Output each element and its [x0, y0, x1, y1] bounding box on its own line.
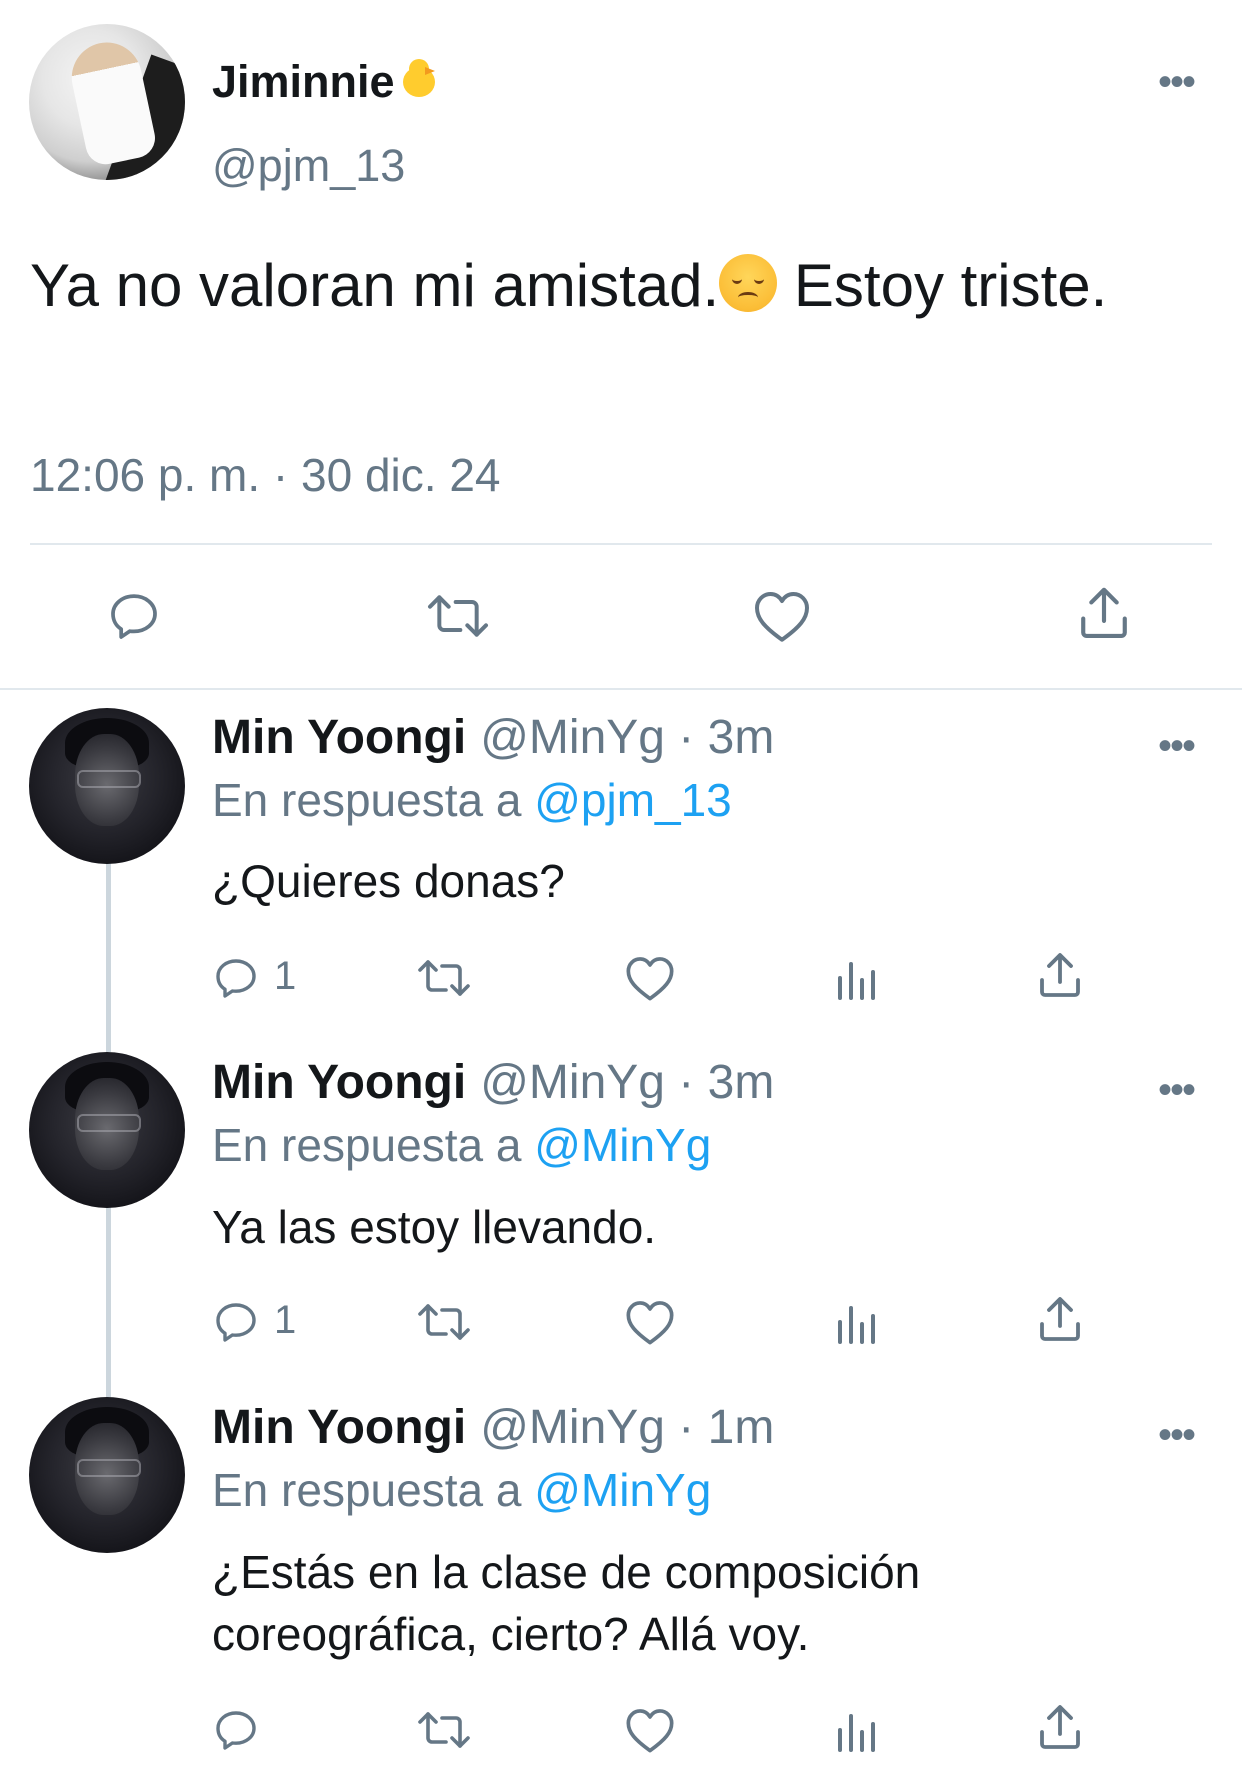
reply-text: Ya las estoy llevando.: [212, 1201, 657, 1253]
reply-context: En respuesta a @MinYg: [212, 1115, 711, 1175]
reply-context-prefix: En respuesta a: [212, 774, 535, 826]
share-icon[interactable]: [1036, 950, 1084, 1002]
main-author-handle[interactable]: @pjm_13: [212, 138, 405, 194]
share-icon[interactable]: [1036, 1702, 1084, 1754]
main-tweet-text-part2: Estoy triste.: [777, 252, 1108, 319]
more-options-icon[interactable]: •••: [1158, 724, 1196, 769]
analytics-icon[interactable]: [834, 1298, 878, 1346]
like-icon[interactable]: [752, 588, 812, 644]
reply-header: Min Yoongi @MinYg · 3m: [212, 708, 774, 768]
reply-count: 1: [274, 954, 297, 998]
reply-handle-time: @MinYg · 3m: [480, 1056, 775, 1109]
reply-text: ¿Quieres donas?: [212, 855, 565, 907]
reply-text: ¿Estás en la clase de composición coreog…: [212, 1546, 921, 1660]
main-author-name[interactable]: Jiminnie: [212, 52, 441, 112]
reply-mention-link[interactable]: @pjm_13: [534, 774, 732, 826]
reply-author-name[interactable]: Min Yoongi: [212, 711, 466, 764]
reply-author-name[interactable]: Min Yoongi: [212, 1056, 466, 1109]
retweet-icon[interactable]: [422, 588, 494, 644]
like-icon[interactable]: [624, 1706, 676, 1754]
like-icon[interactable]: [624, 1298, 676, 1346]
reply-icon[interactable]: [106, 588, 162, 644]
retweet-icon[interactable]: [414, 1298, 474, 1346]
reply-mention-link[interactable]: @MinYg: [534, 1464, 711, 1516]
chick-emoji-icon: [397, 59, 441, 103]
like-icon[interactable]: [624, 954, 676, 1002]
reply-context-prefix: En respuesta a: [212, 1119, 535, 1171]
reply-context: En respuesta a @pjm_13: [212, 770, 732, 830]
reply-icon[interactable]: [212, 954, 260, 1002]
reply-context: En respuesta a @MinYg: [212, 1460, 711, 1520]
reply-count: 1: [274, 1298, 297, 1342]
retweet-icon[interactable]: [414, 1706, 474, 1754]
reply-context-prefix: En respuesta a: [212, 1464, 535, 1516]
reply-author-avatar[interactable]: [29, 1397, 185, 1553]
reply-handle-time: @MinYg · 3m: [480, 711, 775, 764]
main-tweet-divider: [0, 688, 1242, 690]
share-icon[interactable]: [1076, 584, 1132, 644]
reply-handle-time: @MinYg · 1m: [480, 1401, 775, 1454]
disappointed-face-emoji-icon: [719, 254, 778, 312]
thread-line: [106, 1207, 111, 1397]
more-options-icon[interactable]: •••: [1158, 60, 1196, 105]
reply-author-avatar[interactable]: [29, 1052, 185, 1208]
reply-icon[interactable]: [212, 1298, 260, 1346]
reply-author-name[interactable]: Min Yoongi: [212, 1401, 466, 1454]
retweet-icon[interactable]: [414, 954, 474, 1002]
reply-header: Min Yoongi @MinYg · 3m: [212, 1053, 774, 1113]
reply-icon[interactable]: [212, 1706, 260, 1754]
main-tweet-text: Ya no valoran mi amistad. Estoy triste.: [30, 244, 1210, 328]
reply-header: Min Yoongi @MinYg · 1m: [212, 1398, 774, 1458]
analytics-icon[interactable]: [834, 954, 878, 1002]
main-author-avatar[interactable]: [29, 24, 185, 180]
main-tweet-text-part1: Ya no valoran mi amistad.: [30, 252, 720, 319]
more-options-icon[interactable]: •••: [1158, 1413, 1196, 1458]
reply-mention-link[interactable]: @MinYg: [534, 1119, 711, 1171]
thread-line: [106, 862, 111, 1052]
reply-author-avatar[interactable]: [29, 708, 185, 864]
more-options-icon[interactable]: •••: [1158, 1068, 1196, 1113]
share-icon[interactable]: [1036, 1294, 1084, 1346]
main-author-name-text: Jiminnie: [212, 56, 395, 107]
analytics-icon[interactable]: [834, 1706, 878, 1754]
timestamp-divider: [30, 543, 1212, 545]
tweet-timestamp[interactable]: 12:06 p. m. · 30 dic. 24: [30, 448, 501, 502]
